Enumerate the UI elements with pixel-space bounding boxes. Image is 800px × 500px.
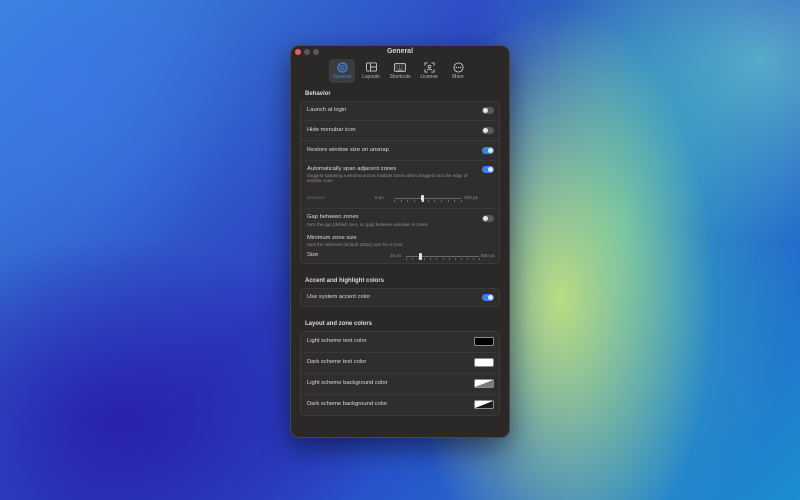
- size-label: Size: [307, 252, 319, 258]
- slider-tick: [424, 258, 426, 260]
- slider-tick: [420, 200, 422, 202]
- layout-colors-section-title: Layout and zone colors: [305, 321, 373, 327]
- gear-icon: [336, 61, 348, 73]
- size-slider-knob[interactable]: [419, 253, 423, 260]
- launch-at-login-toggle[interactable]: [482, 107, 494, 114]
- license-icon: [423, 61, 435, 73]
- light-bg-color-label: Light scheme background color: [307, 380, 388, 386]
- gap-between-zones-toggle[interactable]: [482, 215, 494, 222]
- span-zones-toggle[interactable]: [482, 166, 494, 173]
- size-max-label: 500 px: [481, 253, 495, 258]
- slider-tick: [440, 200, 442, 202]
- distance-max-label: 100 px: [464, 195, 478, 200]
- light-bg-color-swatch[interactable]: [474, 379, 494, 388]
- dark-text-color-row: Dark scheme text color: [301, 352, 499, 373]
- min-zone-size-row: Minimum zone size Sets the minimum (defa…: [301, 231, 499, 263]
- distance-label: Distance: [307, 195, 325, 200]
- window-title: General: [386, 48, 414, 55]
- hide-menubar-icon-label: Hide menubar icon: [307, 127, 356, 133]
- more-icon: [452, 61, 464, 73]
- settings-window: General General Layouts Shortcuts Licens…: [290, 45, 510, 438]
- tab-license[interactable]: License: [416, 59, 442, 83]
- slider-tick: [472, 258, 474, 260]
- size-slider-track[interactable]: [406, 256, 479, 257]
- span-zones-label: Automatically span adjacent zones: [307, 166, 397, 172]
- slider-tick: [454, 258, 456, 260]
- slider-tick: [406, 258, 407, 260]
- behavior-section-title: Behavior: [305, 91, 331, 97]
- slider-tick: [394, 200, 395, 202]
- slider-tick: [430, 258, 432, 260]
- layout-colors-card: Light scheme text color Dark scheme text…: [300, 331, 500, 416]
- slider-tick: [427, 200, 429, 202]
- slider-tick: [454, 200, 456, 202]
- slider-tick: [442, 258, 444, 260]
- gap-between-zones-row: Gap between zones Sets the gap (default …: [301, 208, 499, 231]
- slider-tick: [436, 258, 438, 260]
- slider-tick: [412, 258, 414, 260]
- tab-label: License: [420, 74, 438, 80]
- tab-more[interactable]: More: [445, 59, 471, 83]
- hide-menubar-icon-toggle[interactable]: [482, 127, 494, 134]
- slider-tick: [400, 200, 402, 202]
- slider-tick: [414, 200, 416, 202]
- dark-bg-color-label: Dark scheme background color: [307, 401, 388, 407]
- slider-tick: [460, 258, 462, 260]
- slider-tick: [479, 258, 480, 260]
- slider-tick: [434, 200, 436, 202]
- use-system-accent-toggle[interactable]: [482, 294, 494, 301]
- tab-general[interactable]: General: [329, 59, 355, 83]
- light-text-color-row: Light scheme text color: [301, 332, 499, 352]
- tab-shortcuts[interactable]: Shortcuts: [387, 59, 413, 83]
- slider-tick: [461, 200, 462, 202]
- layout-icon: [365, 61, 377, 73]
- title-bar: General: [291, 46, 509, 60]
- min-zone-size-description: Sets the minimum (default 100px) size fo…: [307, 242, 403, 247]
- distance-min-label: 0 px: [375, 195, 384, 200]
- slider-tick: [448, 258, 450, 260]
- slider-tick: [466, 258, 468, 260]
- restore-window-size-label: Restore window size on unsnap: [307, 147, 389, 153]
- accent-card: Use system accent color: [300, 288, 500, 307]
- tab-label: More: [452, 74, 464, 80]
- light-text-color-swatch[interactable]: [474, 337, 494, 346]
- min-zone-size-label: Minimum zone size: [307, 235, 357, 241]
- slider-tick: [447, 200, 449, 202]
- launch-at-login-label: Launch at login: [307, 107, 347, 113]
- size-min-label: 16 px: [390, 253, 402, 258]
- use-system-accent-label: Use system accent color: [307, 294, 371, 300]
- slider-tick: [407, 200, 409, 202]
- restore-window-size-toggle[interactable]: [482, 147, 494, 154]
- hide-menubar-icon-row: Hide menubar icon: [301, 120, 499, 140]
- tab-label: General: [333, 74, 351, 80]
- distance-slider-track[interactable]: [394, 198, 461, 199]
- tab-label: Layouts: [362, 74, 380, 80]
- dark-text-color-label: Dark scheme text color: [307, 359, 367, 365]
- gap-between-zones-label: Gap between zones: [307, 214, 359, 220]
- preferences-toolbar: General Layouts Shortcuts License More: [291, 59, 509, 83]
- keyboard-icon: [394, 61, 406, 73]
- dark-bg-color-row: Dark scheme background color: [301, 394, 499, 415]
- slider-tick: [418, 258, 420, 260]
- tab-layouts[interactable]: Layouts: [358, 59, 384, 83]
- accent-section-title: Accent and highlight colors: [305, 278, 385, 284]
- light-text-color-label: Light scheme text color: [307, 338, 367, 344]
- dark-text-color-swatch[interactable]: [474, 358, 494, 367]
- behavior-card: Launch at login Hide menubar icon Restor…: [300, 101, 500, 264]
- light-bg-color-row: Light scheme background color: [301, 373, 499, 394]
- gap-between-zones-description: Sets the gap (default zero, no gap) betw…: [307, 222, 429, 227]
- use-system-accent-row: Use system accent color: [301, 289, 499, 306]
- dark-bg-color-swatch[interactable]: [474, 400, 494, 409]
- tab-label: Shortcuts: [389, 74, 411, 80]
- span-zones-row: Automatically span adjacent zones Sugges…: [301, 160, 499, 208]
- span-zones-description: Suggest spanning a window across multipl…: [307, 173, 468, 184]
- restore-window-size-row: Restore window size on unsnap: [301, 140, 499, 160]
- launch-at-login-row: Launch at login: [301, 102, 499, 120]
